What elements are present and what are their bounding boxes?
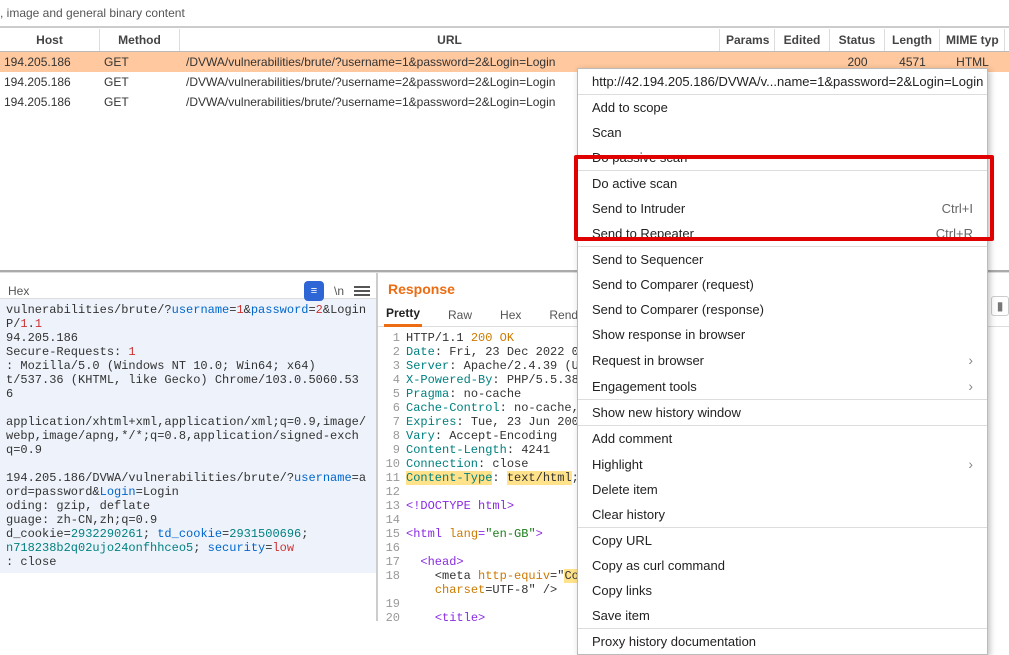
menu-item[interactable]: Add comment xyxy=(578,426,987,451)
menu-item[interactable]: Proxy history documentation xyxy=(578,629,987,654)
menu-item[interactable]: Copy links xyxy=(578,578,987,603)
hamburger-icon[interactable] xyxy=(354,286,370,296)
th-edited[interactable]: Edited xyxy=(775,29,830,51)
context-menu[interactable]: http://42.194.205.186/DVWA/v...name=1&pa… xyxy=(577,68,988,655)
table-header-row: Host Method URL Params Edited Status Len… xyxy=(0,28,1009,52)
tab-hex-resp[interactable]: Hex xyxy=(498,304,523,326)
tab-pretty[interactable]: Pretty xyxy=(384,302,422,327)
th-mime[interactable]: MIME typ xyxy=(940,29,1005,51)
menu-item[interactable]: Save item xyxy=(578,603,987,628)
menu-item[interactable]: Scan xyxy=(578,120,987,145)
th-method[interactable]: Method xyxy=(100,29,180,51)
menu-item[interactable]: Engagement tools xyxy=(578,373,987,399)
tab-hex[interactable]: Hex xyxy=(6,280,31,302)
menu-item[interactable]: Send to IntruderCtrl+I xyxy=(578,196,987,221)
request-pane: Hex ≡ \n vulnerabilities/brute/?username… xyxy=(0,273,378,621)
menu-item[interactable]: Show new history window xyxy=(578,400,987,425)
menu-item[interactable]: Add to scope xyxy=(578,95,987,120)
side-tool-icon[interactable]: ▮ xyxy=(991,296,1009,316)
menu-item[interactable]: Do passive scan xyxy=(578,145,987,170)
menu-item[interactable]: Send to Sequencer xyxy=(578,247,987,272)
menu-item[interactable]: Show response in browser xyxy=(578,322,987,347)
request-body[interactable]: vulnerabilities/brute/?username=1&passwo… xyxy=(0,299,376,573)
th-status[interactable]: Status xyxy=(830,29,885,51)
menu-item[interactable]: Clear history xyxy=(578,502,987,527)
menu-item[interactable]: Delete item xyxy=(578,477,987,502)
context-menu-target-url: http://42.194.205.186/DVWA/v...name=1&pa… xyxy=(578,69,987,94)
th-length[interactable]: Length xyxy=(885,29,940,51)
menu-item[interactable]: Send to Comparer (response) xyxy=(578,297,987,322)
menu-item[interactable]: Send to RepeaterCtrl+R xyxy=(578,221,987,246)
menu-item[interactable]: Do active scan xyxy=(578,171,987,196)
th-params[interactable]: Params xyxy=(720,29,775,51)
menu-item[interactable]: Highlight xyxy=(578,451,987,477)
menu-item[interactable]: Copy URL xyxy=(578,528,987,553)
tab-render[interactable]: Rend xyxy=(547,304,580,326)
th-url[interactable]: URL xyxy=(180,29,720,51)
th-host[interactable]: Host xyxy=(0,29,100,51)
menu-item[interactable]: Send to Comparer (request) xyxy=(578,272,987,297)
inspector-toggle-icon[interactable]: ≡ xyxy=(304,281,324,301)
newline-toggle[interactable]: \n xyxy=(334,284,344,298)
filter-caption: , image and general binary content xyxy=(0,0,1009,27)
tab-raw[interactable]: Raw xyxy=(446,304,474,326)
menu-item[interactable]: Copy as curl command xyxy=(578,553,987,578)
menu-item[interactable]: Request in browser xyxy=(578,347,987,373)
